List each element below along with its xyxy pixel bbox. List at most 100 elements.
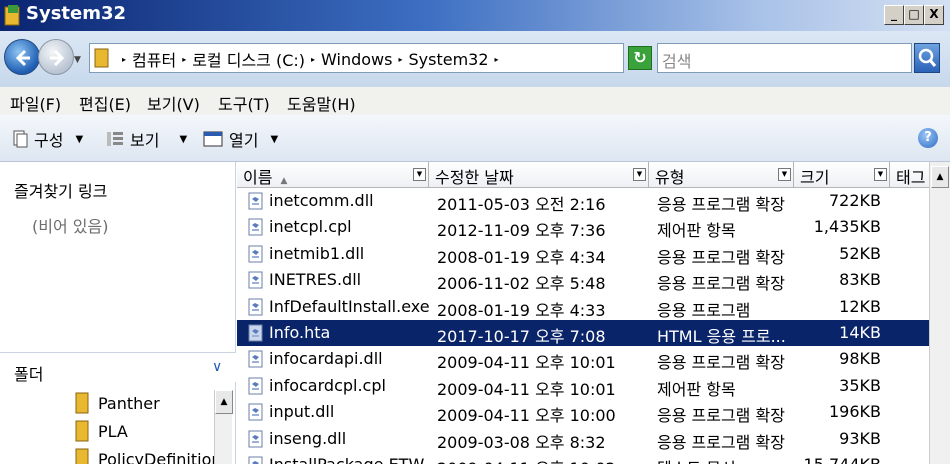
breadcrumb-item[interactable]: ▸ 로컬 디스크 (C:) — [176, 47, 305, 71]
breadcrumb: ▸ 컴퓨터 ▸ 로컬 디스크 (C:) ▸ Windows ▸ System32 ▸ — [116, 47, 505, 71]
address-bar[interactable]: ▸컴퓨터 ▸로컬 디스크 (C:) ▸Windows ▸System32▸ ▼ — [89, 43, 700, 73]
file-date: 2012-11-09 오후 7:36 — [437, 221, 606, 241]
chevron-down-icon[interactable]: ▼ — [633, 168, 646, 181]
arrow-right-icon — [50, 49, 65, 67]
folder-icon — [4, 5, 20, 26]
chevron-down-icon[interactable]: ▼ — [874, 168, 887, 181]
window-icon — [203, 131, 223, 147]
open-button[interactable]: 열기 ▼ — [203, 127, 278, 151]
file-name: inetmib1.dll — [269, 243, 365, 263]
cpl-icon — [248, 218, 263, 236]
chevron-down-icon[interactable]: ▼ — [778, 168, 791, 181]
search-input[interactable]: 검색 — [657, 43, 912, 73]
table-row[interactable]: InstallPackage.ETW... 2009-04-11 오후 10:02… — [237, 452, 929, 464]
file-type: 제어판 항목 — [657, 379, 736, 399]
table-row[interactable]: inetcomm.dll 2011-05-03 오전 2:16 응용 프로그램 확장… — [237, 188, 929, 214]
table-row[interactable]: inetcpl.cpl 2012-11-09 오후 7:36 제어판 항목 1,435… — [237, 214, 929, 240]
search-icon — [918, 48, 937, 67]
menu-help[interactable]: 도움말(H) — [287, 91, 356, 115]
maximize-button[interactable]: □ — [904, 5, 924, 25]
toolbar: 구성 ▼ 보기 ▼ 열기 ▼ ? — [0, 115, 950, 162]
file-name: input.dll — [269, 402, 335, 422]
recent-pages-dropdown[interactable]: ▼ — [74, 55, 81, 65]
dll-icon — [248, 271, 263, 289]
file-name: infocardcpl.cpl — [269, 375, 386, 395]
column-date[interactable]: 수정한 날짜 ▼ — [429, 162, 649, 188]
file-name: INETRES.dll — [269, 270, 362, 290]
menu-edit[interactable]: 편집(E) — [79, 91, 131, 115]
column-header-row: 이름 ▲ ▼ 수정한 날짜 ▼ 유형 ▼ 크기 ▼ 태그 — [237, 162, 950, 188]
breadcrumb-item[interactable]: ▸ Windows — [305, 47, 392, 71]
file-name: inseng.dll — [269, 428, 347, 448]
table-row[interactable]: infocardcpl.cpl 2009-04-11 오후 10:01 제어판 항목… — [237, 373, 929, 399]
folder-icon — [75, 420, 89, 442]
file-list: 이름 ▲ ▼ 수정한 날짜 ▼ 유형 ▼ 크기 ▼ 태그 inetcomm.dll… — [237, 162, 950, 464]
menu-file[interactable]: 파일(F) — [10, 91, 61, 115]
chevron-right-icon: ▸ — [311, 54, 316, 64]
chevron-down-icon[interactable]: ∨ — [212, 359, 222, 375]
folder-scrollbar[interactable]: ▲ — [214, 390, 233, 464]
breadcrumb-item[interactable]: ▸ 컴퓨터 — [116, 47, 176, 71]
table-row[interactable]: infocardapi.dll 2009-04-11 오후 10:01 응용 프로그… — [237, 346, 929, 372]
title-bar: System32 _ □ X — [0, 0, 950, 31]
menu-tools[interactable]: 도구(T) — [218, 91, 270, 115]
file-date: 2009-03-08 오후 8:32 — [437, 432, 606, 452]
chevron-down-icon[interactable]: ▼ — [413, 168, 426, 181]
file-list-scrollbar[interactable]: ▲ — [929, 162, 950, 464]
tree-item-policydefinitions[interactable]: PolicyDefinitions — [74, 448, 230, 464]
folders-title: 폴더 — [14, 365, 44, 384]
forward-button[interactable] — [38, 39, 74, 75]
file-type: 응용 프로그램 확장 — [657, 406, 785, 426]
search-button[interactable] — [914, 43, 940, 73]
dll-icon — [248, 430, 263, 448]
column-name[interactable]: 이름 ▲ ▼ — [237, 162, 429, 188]
table-row[interactable]: Info.hta 2017-10-17 오후 7:08 HTML 응용 프로... 1… — [237, 320, 929, 346]
file-size: 196KB — [828, 402, 881, 422]
folders-header[interactable]: 폴더 ∨ — [0, 352, 236, 384]
table-row[interactable]: InfDefaultInstall.exe 2008-01-19 오후 4:33 응… — [237, 294, 929, 320]
chevron-right-icon: ▸ — [494, 54, 499, 64]
file-size: 93KB — [839, 428, 881, 448]
file-date: 2011-05-03 오전 2:16 — [437, 195, 606, 214]
file-size: 98KB — [839, 349, 881, 369]
file-date: 2009-04-11 오후 10:00 — [437, 406, 616, 426]
chevron-right-icon: ▸ — [398, 54, 403, 64]
hta-icon — [248, 324, 263, 342]
table-row[interactable]: inetmib1.dll 2008-01-19 오후 4:34 응용 프로그램 확장… — [237, 241, 929, 267]
tree-item-pla[interactable]: PLA — [74, 420, 128, 442]
scroll-up-button[interactable]: ▲ — [931, 166, 949, 188]
column-size[interactable]: 크기 ▼ — [794, 162, 890, 188]
tree-item-panther[interactable]: Panther — [74, 392, 160, 414]
column-type[interactable]: 유형 ▼ — [649, 162, 794, 188]
organize-button[interactable]: 구성 ▼ — [12, 127, 83, 151]
file-date: 2008-01-19 오후 4:34 — [437, 247, 606, 267]
views-icon — [107, 132, 123, 146]
sort-ascending-icon: ▲ — [280, 176, 288, 186]
file-date: 2008-01-19 오후 4:33 — [437, 300, 606, 320]
txt-icon — [248, 456, 263, 464]
menu-view[interactable]: 보기(V) — [147, 91, 200, 115]
views-button[interactable]: 보기 ▼ — [106, 127, 187, 151]
file-type: 텍스트 문서 — [657, 455, 797, 464]
arrow-left-icon — [15, 49, 30, 67]
address-row: ▼ ▸ 컴퓨터 ▸ 로컬 디스크 (C:) ▸ Windows ▸ System32 ▸ … — [0, 31, 950, 87]
breadcrumb-item[interactable]: ▸ System32 ▸ — [392, 47, 504, 71]
close-button[interactable]: X — [924, 5, 944, 25]
refresh-button[interactable]: ↻ — [628, 46, 652, 70]
file-date: 2017-10-17 오후 7:08 — [437, 327, 606, 346]
chevron-down-icon: ▼ — [179, 133, 188, 145]
file-name: infocardapi.dll — [269, 349, 383, 369]
table-row[interactable]: inseng.dll 2009-03-08 오후 8:32 응용 프로그램 확장 93… — [237, 426, 929, 452]
file-type: 응용 프로그램 확장 — [657, 353, 785, 373]
file-name: InfDefaultInstall.exe — [269, 296, 429, 316]
minimize-button[interactable]: _ — [884, 5, 904, 25]
dll-icon — [248, 350, 263, 368]
scroll-up-button[interactable]: ▲ — [215, 390, 233, 414]
help-icon[interactable]: ? — [918, 128, 938, 148]
back-button[interactable] — [4, 39, 40, 75]
table-row[interactable]: INETRES.dll 2006-11-02 오후 5:48 응용 프로그램 확장 8… — [237, 267, 929, 293]
dll-icon — [248, 192, 263, 210]
column-tags[interactable]: 태그 — [890, 162, 930, 188]
table-row[interactable]: input.dll 2009-04-11 오후 10:00 응용 프로그램 확장 19… — [237, 399, 929, 425]
navigation-pane: 즐겨찾기 링크 (비어 있음) 폴더 ∨ Panther PLA PolicyD… — [0, 162, 236, 464]
